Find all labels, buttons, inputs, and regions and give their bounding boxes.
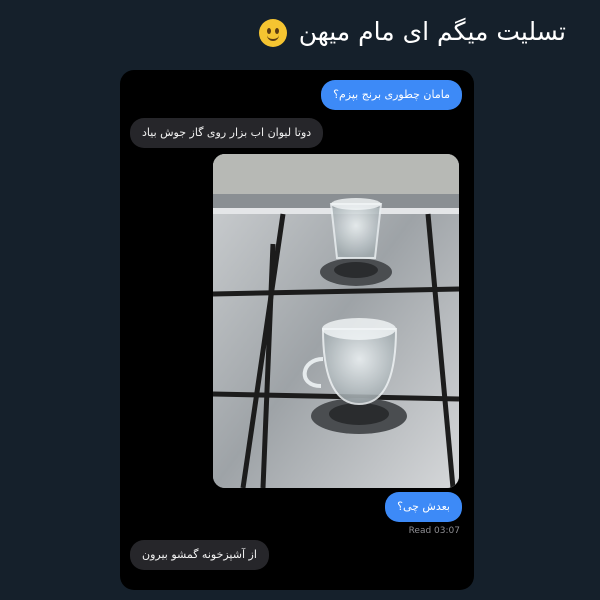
caption-text: تسلیت میگم ای مام میهن (298, 17, 566, 46)
message-bubble-outgoing[interactable]: بعدش چی؟ (385, 492, 462, 522)
slightly-smiling-face-icon (258, 19, 287, 47)
read-receipt: Read 03:07 (408, 526, 460, 536)
chat-screenshot: مامان چطوری برنج بپزم؟ دوتا لیوان اب بزا… (120, 70, 474, 590)
post-caption: تسلیت میگم ای مام میهن (30, 14, 566, 50)
message-bubble-incoming[interactable]: دوتا لیوان اب بزار روی گاز جوش بیاد (130, 118, 324, 148)
message-bubble-incoming[interactable]: از آشپزخونه گمشو بیرون (130, 540, 269, 570)
stove-with-glasses-photo[interactable] (213, 154, 459, 488)
message-bubble-outgoing[interactable]: مامان چطوری برنج بپزم؟ (321, 80, 462, 110)
